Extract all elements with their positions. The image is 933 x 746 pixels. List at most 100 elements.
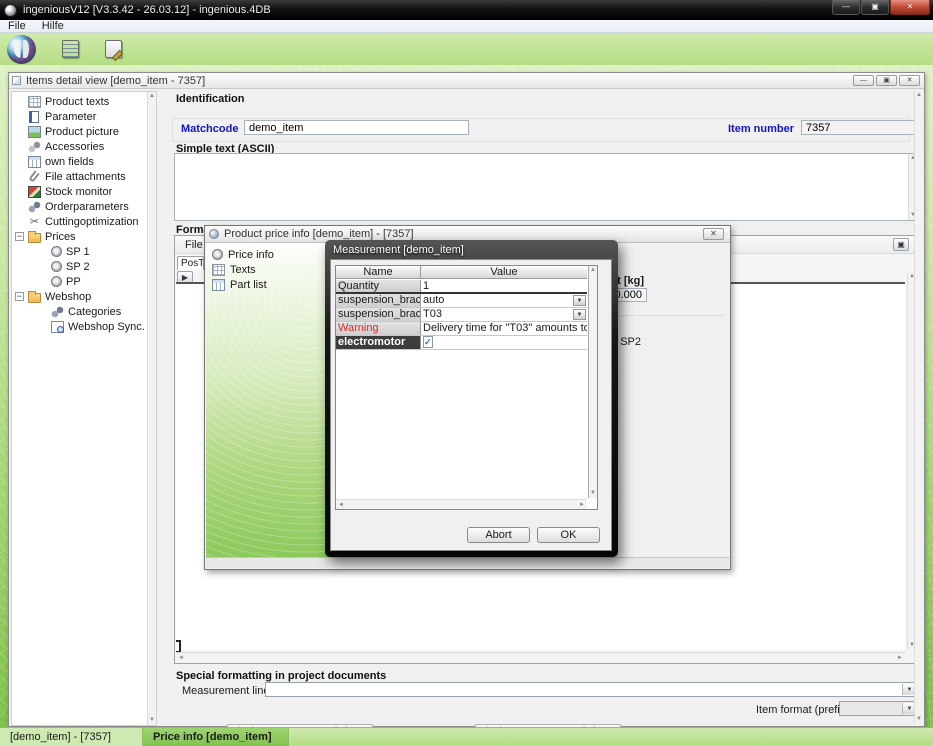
detail-close-button[interactable]: ✕	[899, 75, 920, 86]
scroll-left-icon[interactable]: ◄	[176, 653, 186, 662]
price-window-close-button[interactable]: ✕	[703, 228, 724, 240]
electromotor-checkbox[interactable]: ✓	[423, 336, 433, 348]
main-toolbar	[0, 33, 933, 65]
identification-heading: Identification	[176, 93, 244, 105]
scroll-up-icon[interactable]: ▲	[589, 266, 597, 275]
coin-icon	[51, 261, 62, 272]
measurement-dialog: Measurement [demo_item] Name Value Quant…	[325, 240, 618, 557]
coin-icon	[51, 276, 62, 287]
tree-item-cuttingoptimization[interactable]: ✂Cuttingoptimization	[12, 214, 147, 229]
measurement-dialog-title: Measurement [demo_item]	[333, 244, 464, 256]
sp2-label: SP2	[620, 336, 641, 348]
item-number-input[interactable]	[801, 120, 917, 135]
scroll-left-icon[interactable]: ◄	[336, 500, 346, 509]
coin-icon	[51, 246, 62, 257]
detail-minimize-button[interactable]: —	[853, 75, 874, 86]
taskbar-item-price-info[interactable]: Price info [demo_item]	[143, 728, 289, 746]
table-row-quantity[interactable]: Quantity 1	[336, 280, 587, 294]
application-window: ingeniousV12 [V3.3.42 - 26.03.12] - inge…	[0, 0, 933, 746]
measurement-table-header: Name Value	[336, 266, 587, 279]
price-sidebar-price-info[interactable]: Price info	[206, 247, 332, 262]
folder-icon	[28, 233, 41, 243]
table-row-suspension-bracket-a[interactable]: suspension_bracket_a auto ▼	[336, 294, 587, 308]
document-icon	[29, 111, 39, 123]
price-sidebar-texts[interactable]: Texts	[206, 262, 332, 277]
scroll-up-icon[interactable]: ▲	[148, 92, 156, 101]
rtf-tab-postexts[interactable]: PosT	[177, 256, 204, 270]
tree-item-product-picture[interactable]: Product picture	[12, 124, 147, 139]
detail-window-scrollbar[interactable]: ▲ ▼	[914, 91, 923, 724]
simple-text-area[interactable]: ▲ ▼	[174, 153, 918, 221]
menu-file[interactable]: File	[0, 20, 34, 32]
dropdown-arrow-icon[interactable]: ▼	[573, 309, 586, 320]
coin-icon	[212, 249, 223, 260]
close-button[interactable]: ✕	[890, 0, 930, 15]
mdi-taskbar: [demo_item] - [7357] Price info [demo_it…	[0, 727, 933, 746]
scroll-right-icon[interactable]: ►	[895, 653, 905, 662]
scroll-right-icon[interactable]: ►	[577, 500, 587, 509]
scroll-down-icon[interactable]: ▼	[915, 715, 923, 724]
tree-item-parameter[interactable]: Parameter	[12, 109, 147, 124]
item-format-dropdown[interactable]	[839, 701, 918, 716]
tree-item-pp[interactable]: PP	[12, 274, 147, 289]
table-vertical-scrollbar[interactable]: ▲ ▼	[588, 266, 597, 498]
price-window-icon	[209, 229, 219, 239]
scroll-down-icon[interactable]: ▼	[148, 716, 156, 725]
scroll-down-icon[interactable]: ▼	[589, 489, 597, 498]
ok-button[interactable]: OK	[537, 527, 600, 543]
tree-item-sp2[interactable]: SP 2	[12, 259, 147, 274]
rtf-horizontal-scrollbar[interactable]: ◄ ►	[176, 652, 905, 662]
table-row-suspension-bracket-t[interactable]: suspension_bracket_t T03 ▼	[336, 308, 587, 322]
list-icon	[212, 279, 225, 291]
tree-item-accessories[interactable]: Accessories	[12, 139, 147, 154]
taskbar-item-detail[interactable]: [demo_item] - [7357]	[0, 728, 143, 746]
scroll-up-icon[interactable]: ▲	[915, 91, 923, 100]
table-row-electromotor[interactable]: electromotor ✓	[336, 336, 587, 350]
tree-item-categories[interactable]: Categories	[12, 304, 147, 319]
tree-item-orderparameters[interactable]: Orderparameters	[12, 199, 147, 214]
clipboard-pen-icon[interactable]	[105, 40, 122, 58]
tree-item-webshop-sync-log[interactable]: Webshop Sync. Log	[12, 319, 147, 334]
measurement-panel: Name Value Quantity 1 suspension_bracket…	[330, 259, 612, 551]
tree-item-own-fields[interactable]: own fields	[12, 154, 147, 169]
notepad-icon[interactable]	[62, 40, 79, 58]
window-title: ingeniousV12 [V3.3.42 - 26.03.12] - inge…	[23, 4, 271, 16]
menubar: File Hilfe	[0, 20, 933, 33]
maximize-button[interactable]: ▣	[861, 0, 889, 15]
collapse-icon[interactable]	[15, 292, 24, 301]
measurement-line-label: Measurement line	[182, 685, 269, 697]
abort-button[interactable]: Abort	[467, 527, 530, 543]
matchcode-input[interactable]	[244, 120, 469, 135]
tree-item-stock-monitor[interactable]: Stock monitor	[12, 184, 147, 199]
price-window-statusbar	[206, 557, 729, 568]
measurement-line-dropdown[interactable]	[265, 682, 918, 697]
tree-item-product-texts[interactable]: Product texts	[12, 94, 147, 109]
app-logo-icon	[4, 4, 17, 17]
grid-icon	[212, 264, 225, 276]
detail-maximize-button[interactable]: ▣	[876, 75, 897, 86]
paperclip-icon	[28, 170, 40, 182]
items-detail-titlebar[interactable]: Items detail view [demo_item - 7357] — ▣…	[9, 73, 924, 89]
grid-icon	[28, 96, 41, 108]
tree-item-sp1[interactable]: SP 1	[12, 244, 147, 259]
minimize-button[interactable]: —	[832, 0, 860, 15]
collapse-icon[interactable]	[15, 232, 24, 241]
detail-window-icon	[12, 76, 21, 85]
sync-log-icon	[51, 321, 64, 333]
tree-item-file-attachments[interactable]: File attachments	[12, 169, 147, 184]
table-horizontal-scrollbar[interactable]: ◄ ►	[336, 499, 587, 509]
tree-scrollbar[interactable]: ▲ ▼	[147, 92, 156, 725]
tree-item-webshop[interactable]: Webshop	[12, 289, 147, 304]
tree-item-prices[interactable]: Prices	[12, 229, 147, 244]
measurement-table: Name Value Quantity 1 suspension_bracket…	[335, 265, 598, 510]
rtf-menu-file[interactable]: File	[175, 239, 203, 251]
price-sidebar-part-list[interactable]: Part list	[206, 277, 332, 292]
column-value: Value	[421, 266, 587, 278]
matchcode-label: Matchcode	[181, 123, 238, 135]
price-window-title: Product price info [demo_item] - [7357]	[224, 228, 414, 240]
dropdown-arrow-icon[interactable]: ▼	[573, 295, 586, 306]
table-row-warning[interactable]: Warning Delivery time for "T03" amounts …	[336, 322, 587, 336]
menu-hilfe[interactable]: Hilfe	[34, 20, 72, 32]
rtf-maximize-icon[interactable]: ▣	[893, 238, 909, 251]
gears-icon	[28, 201, 41, 213]
